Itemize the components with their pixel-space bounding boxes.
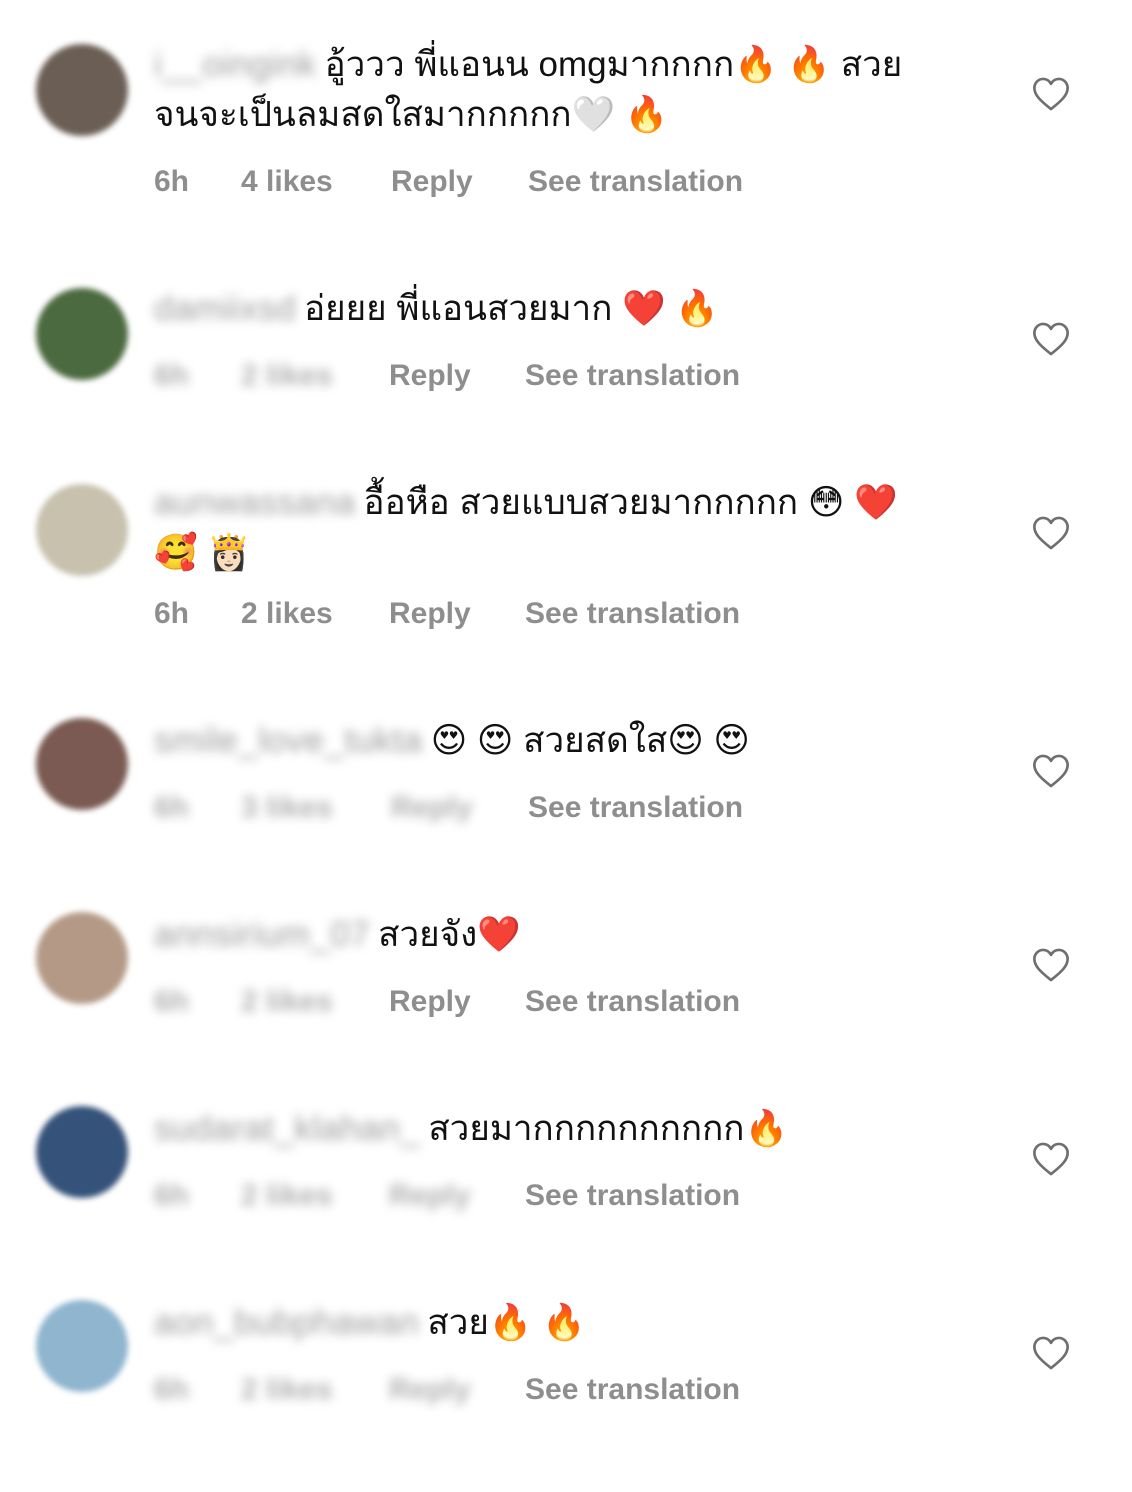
see-translation-button[interactable]: See translation bbox=[525, 594, 740, 634]
comment-text-line: aon_bubphawan สวย🔥 🔥 bbox=[154, 1298, 984, 1348]
timestamp: 6h bbox=[154, 165, 190, 198]
timestamp: 6h bbox=[154, 1179, 190, 1212]
reply-button[interactable]: Reply bbox=[389, 982, 471, 1022]
see-translation-button[interactable]: See translation bbox=[525, 356, 740, 396]
comment-item: sudarat_klahan_ สวยมากกกกกกกกกก🔥 6h 2 lik… bbox=[0, 1104, 1132, 1298]
comment-item: annsirium_07 สวยจัง❤️ 6h 2 likes Reply Se… bbox=[0, 910, 1132, 1104]
likes-count[interactable]: 2 likes bbox=[241, 356, 333, 396]
see-translation-button[interactable]: See translation bbox=[525, 1370, 740, 1410]
avatar[interactable] bbox=[36, 718, 128, 810]
comment-content: aunwassana อื้อหือ สวยแบบสวยมากกกกก 😳 ❤️ … bbox=[154, 478, 984, 630]
comment-content: damiixsd อ่ยยย พี่แอนสวยมาก ❤️ 🔥 6h 2 lik… bbox=[154, 284, 984, 392]
likes-count[interactable]: 2 likes bbox=[241, 1176, 333, 1216]
likes-count[interactable]: 2 likes bbox=[241, 1370, 333, 1410]
comment-text: 🥰 👸🏻 bbox=[154, 533, 251, 572]
timestamp: 6h bbox=[154, 359, 190, 392]
reply-button[interactable]: Reply bbox=[389, 1370, 471, 1410]
comment-text: จนจะเป็นลมสดใสมากกกกก🤍 🔥 bbox=[154, 95, 669, 134]
comment-text-line: sudarat_klahan_ สวยมากกกกกกกกกก🔥 bbox=[154, 1104, 984, 1154]
comment-text-line: จนจะเป็นลมสดใสมากกกกก🤍 🔥 bbox=[154, 90, 984, 140]
comment-text: สวยมากกกกกกกกกก🔥 bbox=[428, 1109, 789, 1148]
avatar[interactable] bbox=[36, 1300, 128, 1392]
see-translation-button[interactable]: See translation bbox=[525, 982, 740, 1022]
like-heart-icon[interactable] bbox=[1032, 515, 1070, 551]
likes-count[interactable]: 2 likes bbox=[241, 982, 333, 1022]
reply-button[interactable]: Reply bbox=[389, 594, 471, 634]
see-translation-button[interactable]: See translation bbox=[525, 1176, 740, 1216]
reply-button[interactable]: Reply bbox=[389, 356, 471, 396]
comment-item: smile_love_tukta 😍 😍 สวยสดใส😍 😍 6h 3 like… bbox=[0, 716, 1132, 910]
see-translation-button[interactable]: See translation bbox=[528, 788, 743, 828]
comment-text: อ่ยยย พี่แอนสวยมาก ❤️ 🔥 bbox=[304, 289, 719, 328]
avatar[interactable] bbox=[36, 1106, 128, 1198]
comment-text-line: 🥰 👸🏻 bbox=[154, 528, 984, 578]
username[interactable]: aunwassana bbox=[154, 478, 356, 528]
comment-text: สวยจัง❤️ bbox=[378, 915, 521, 954]
comment-content: aon_bubphawan สวย🔥 🔥 6h 2 likes Reply See… bbox=[154, 1298, 984, 1406]
comment-item: aon_bubphawan สวย🔥 🔥 6h 2 likes Reply See… bbox=[0, 1298, 1132, 1492]
comment-text: 😍 😍 สวยสดใส😍 😍 bbox=[430, 721, 750, 760]
comment-text: อื้อหือ สวยแบบสวยมากกกกก 😳 ❤️ bbox=[363, 483, 898, 522]
avatar[interactable] bbox=[36, 484, 128, 576]
reply-button[interactable]: Reply bbox=[389, 1176, 471, 1216]
comment-content: i__oingink อู้ววว พี่แอนน omgมากกกก🔥 🔥 สว… bbox=[154, 40, 984, 198]
comment-content: annsirium_07 สวยจัง❤️ 6h 2 likes Reply Se… bbox=[154, 910, 984, 1018]
likes-count[interactable]: 3 likes bbox=[241, 788, 333, 828]
like-heart-icon[interactable] bbox=[1032, 947, 1070, 983]
comment-content: smile_love_tukta 😍 😍 สวยสดใส😍 😍 6h 3 like… bbox=[154, 716, 984, 824]
reply-button[interactable]: Reply bbox=[391, 162, 473, 202]
comment-text-line: damiixsd อ่ยยย พี่แอนสวยมาก ❤️ 🔥 bbox=[154, 284, 984, 334]
avatar[interactable] bbox=[36, 44, 128, 136]
comment-item: i__oingink อู้ววว พี่แอนน omgมากกกก🔥 🔥 สว… bbox=[0, 40, 1132, 234]
like-heart-icon[interactable] bbox=[1032, 76, 1070, 112]
like-heart-icon[interactable] bbox=[1032, 1141, 1070, 1177]
comment-text-line: smile_love_tukta 😍 😍 สวยสดใส😍 😍 bbox=[154, 716, 984, 766]
reply-button[interactable]: Reply bbox=[391, 788, 473, 828]
username[interactable]: damiixsd bbox=[154, 284, 296, 334]
username[interactable]: sudarat_klahan_ bbox=[154, 1104, 420, 1154]
timestamp: 6h bbox=[154, 1373, 190, 1406]
like-heart-icon[interactable] bbox=[1032, 1335, 1070, 1371]
avatar[interactable] bbox=[36, 912, 128, 1004]
username[interactable]: smile_love_tukta bbox=[154, 716, 423, 766]
comment-item: damiixsd อ่ยยย พี่แอนสวยมาก ❤️ 🔥 6h 2 lik… bbox=[0, 284, 1132, 478]
comment-text: อู้ววว พี่แอนน omgมากกกก🔥 🔥 สวย bbox=[324, 45, 903, 84]
likes-count[interactable]: 2 likes bbox=[241, 594, 333, 634]
username[interactable]: aon_bubphawan bbox=[154, 1298, 419, 1348]
username[interactable]: annsirium_07 bbox=[154, 910, 370, 960]
comment-text: สวย🔥 🔥 bbox=[427, 1303, 586, 1342]
comment-text-line: i__oingink อู้ววว พี่แอนน omgมากกกก🔥 🔥 สว… bbox=[154, 40, 984, 90]
likes-count[interactable]: 4 likes bbox=[241, 162, 333, 202]
avatar[interactable] bbox=[36, 288, 128, 380]
comment-text-line: annsirium_07 สวยจัง❤️ bbox=[154, 910, 984, 960]
timestamp: 6h bbox=[154, 985, 190, 1018]
timestamp: 6h bbox=[154, 791, 190, 824]
like-heart-icon[interactable] bbox=[1032, 753, 1070, 789]
comment-item: aunwassana อื้อหือ สวยแบบสวยมากกกกก 😳 ❤️ … bbox=[0, 478, 1132, 672]
timestamp: 6h bbox=[154, 597, 190, 630]
username[interactable]: i__oingink bbox=[154, 40, 317, 90]
comment-content: sudarat_klahan_ สวยมากกกกกกกกกก🔥 6h 2 lik… bbox=[154, 1104, 984, 1212]
like-heart-icon[interactable] bbox=[1032, 321, 1070, 357]
comment-text-line: aunwassana อื้อหือ สวยแบบสวยมากกกกก 😳 ❤️ bbox=[154, 478, 984, 528]
see-translation-button[interactable]: See translation bbox=[528, 162, 743, 202]
